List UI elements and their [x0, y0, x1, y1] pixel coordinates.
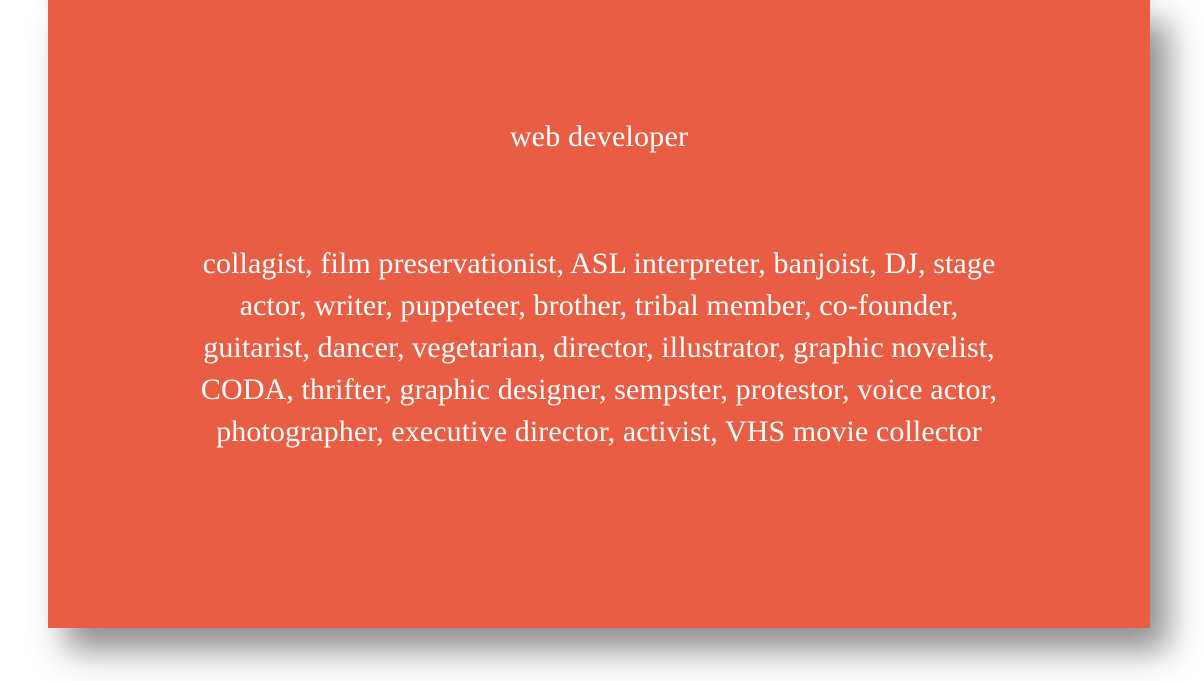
card-title: web developer	[509, 120, 689, 153]
roles-list-text: collagist, film preservationist, ASL int…	[200, 247, 998, 448]
role-card: web developer collagist, film preservati…	[48, 0, 1150, 628]
page: web developer collagist, film preservati…	[0, 0, 1204, 681]
